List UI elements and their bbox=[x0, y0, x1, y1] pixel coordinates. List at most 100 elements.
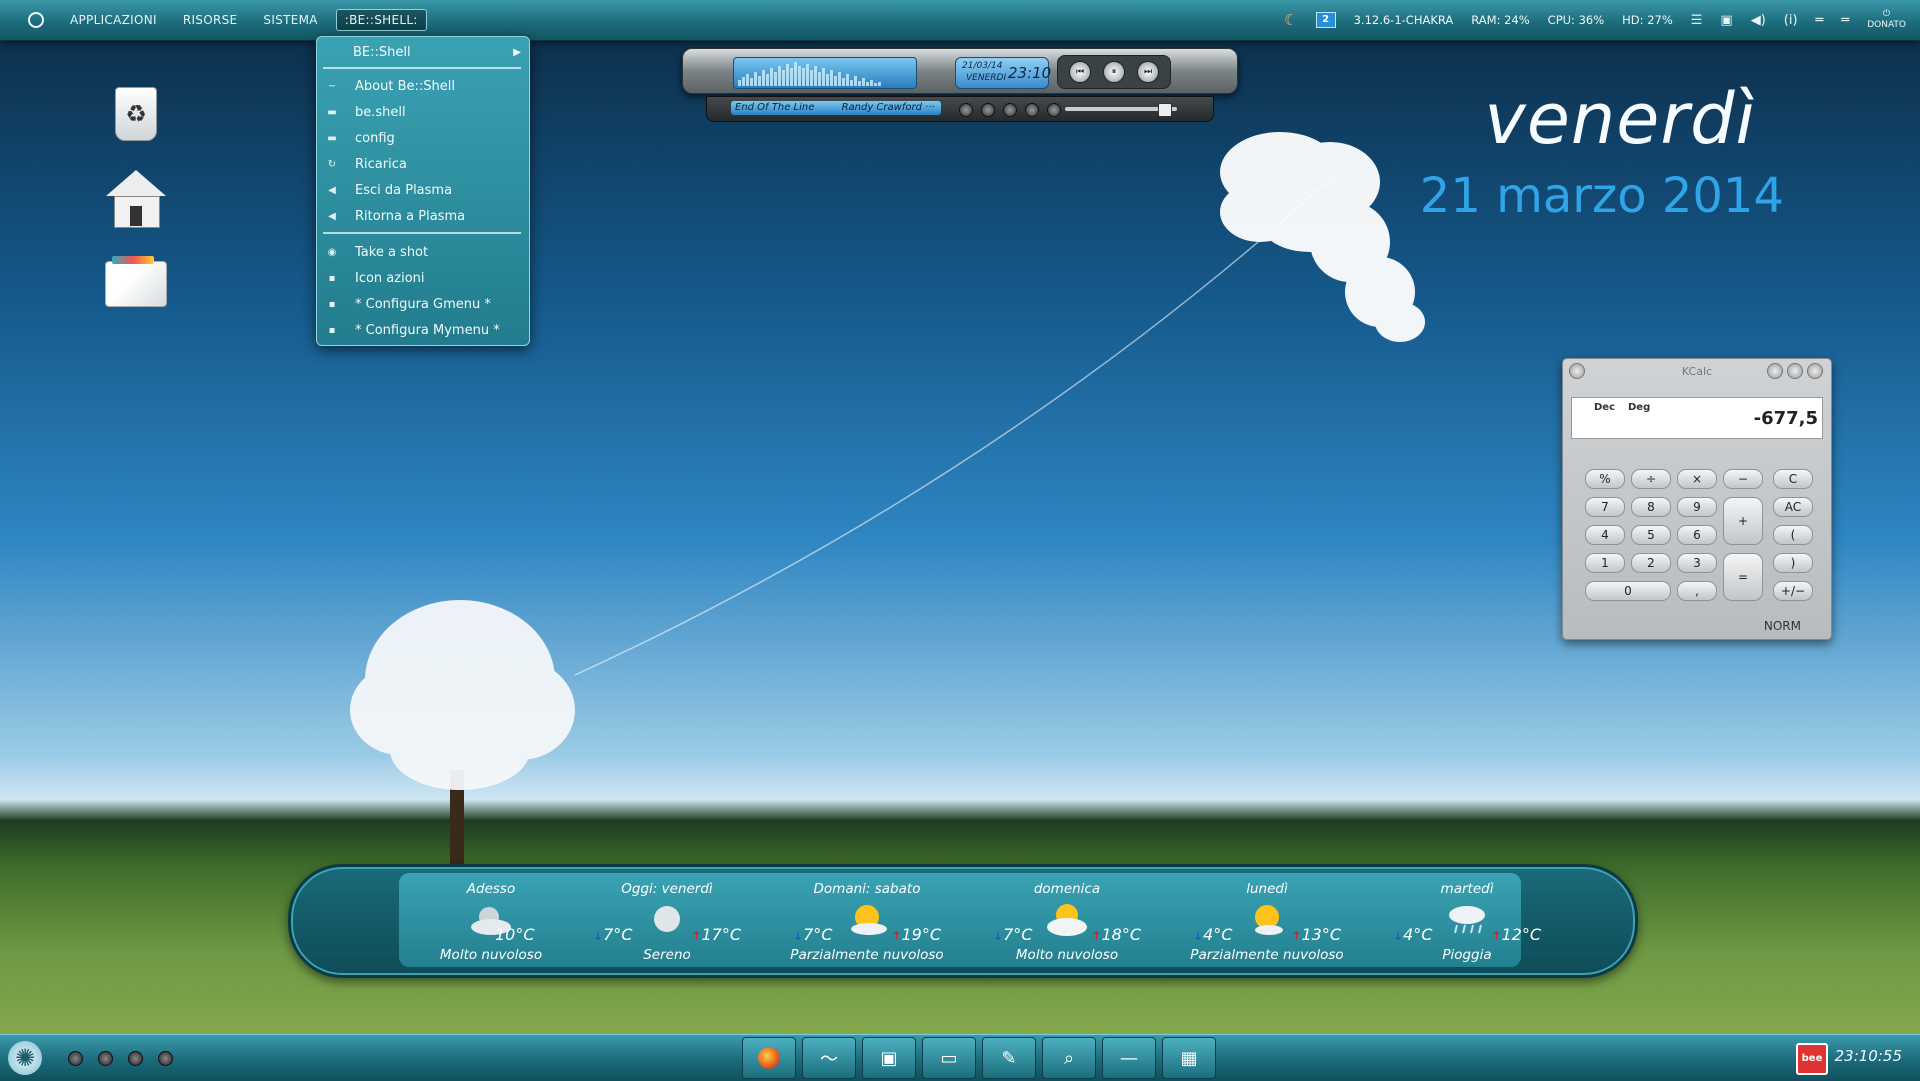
home-desktop-icon[interactable] bbox=[104, 168, 168, 232]
mostly-cloudy-icon bbox=[1047, 904, 1087, 936]
calc-button[interactable]: − bbox=[1723, 469, 1763, 489]
calc-button[interactable]: C bbox=[1773, 469, 1813, 489]
calc-button[interactable]: , bbox=[1677, 581, 1717, 601]
menu-item-ritorna-plasma[interactable]: ◀ Ritorna a Plasma bbox=[317, 205, 529, 229]
virtual-desktop-badge[interactable]: 2 bbox=[1315, 12, 1336, 28]
firefox-icon[interactable] bbox=[742, 1037, 796, 1079]
search-icon[interactable]: ⌕ bbox=[1042, 1037, 1096, 1079]
close-button[interactable] bbox=[1807, 363, 1823, 379]
calc-button[interactable]: + bbox=[1723, 497, 1763, 545]
calc-button[interactable]: AC bbox=[1773, 497, 1813, 517]
next-track-icon[interactable]: ⏭ bbox=[1137, 61, 1159, 83]
calc-button[interactable]: 8 bbox=[1631, 497, 1671, 517]
maximize-button[interactable] bbox=[1787, 363, 1803, 379]
terminal-icon[interactable]: ▭ bbox=[922, 1037, 976, 1079]
menu-item-beshell-folder[interactable]: ▬ be.shell bbox=[317, 101, 529, 125]
full-date: 21 marzo 2014 bbox=[1419, 168, 1784, 224]
weather-day-sunday: domenica ↓7°C ↑18°C Molto nuvoloso bbox=[967, 873, 1167, 967]
volume-slider-handle[interactable] bbox=[1157, 103, 1172, 117]
menu-item-beshell-submenu[interactable]: BE::Shell ▶ bbox=[317, 41, 529, 65]
weather-day-tomorrow: Domani: sabato ↓7°C ↑19°C Parzialmente n… bbox=[767, 873, 967, 967]
player-option-button[interactable] bbox=[1025, 103, 1039, 117]
calc-button[interactable]: ÷ bbox=[1631, 469, 1671, 489]
calc-button[interactable]: 7 bbox=[1585, 497, 1625, 517]
previous-track-icon[interactable]: ⏮ bbox=[1069, 61, 1091, 83]
menu-beshell[interactable]: :BE::SHELL: bbox=[335, 9, 427, 31]
info-icon[interactable]: (i) bbox=[1784, 13, 1798, 28]
dolphin-icon[interactable]: 〜 bbox=[802, 1037, 856, 1079]
list-icon[interactable]: ☰ bbox=[1691, 13, 1703, 28]
volume-icon[interactable]: ◀) bbox=[1751, 13, 1766, 28]
menu-risorse[interactable]: RISORSE bbox=[183, 13, 238, 27]
temp-high-value: 13°C bbox=[1301, 925, 1341, 944]
calc-button[interactable]: 1 bbox=[1585, 553, 1625, 573]
reload-icon: ↻ bbox=[327, 159, 337, 170]
desktop-pager-dot[interactable] bbox=[98, 1051, 113, 1066]
menu-item-icon-azioni[interactable]: ▪ Icon azioni bbox=[317, 267, 529, 291]
volume-slider[interactable] bbox=[1065, 103, 1177, 117]
calc-button[interactable]: 3 bbox=[1677, 553, 1717, 573]
package-manager-icon[interactable]: ▣ bbox=[862, 1037, 916, 1079]
calc-status: NORM bbox=[1763, 619, 1801, 633]
menu-item-configura-mymenu[interactable]: ▪ * Configura Mymenu * bbox=[317, 319, 529, 343]
menu-sistema[interactable]: SISTEMA bbox=[263, 13, 317, 27]
minimize-all-icon[interactable]: — bbox=[1102, 1037, 1156, 1079]
folder-desktop-icon[interactable] bbox=[104, 252, 168, 316]
minimize-button[interactable] bbox=[1767, 363, 1783, 379]
calculator-icon[interactable]: ▦ bbox=[1162, 1037, 1216, 1079]
camera-icon: ◉ bbox=[327, 247, 337, 258]
window-list-icon-2[interactable]: ═ bbox=[1841, 13, 1849, 28]
menu-item-take-shot[interactable]: ◉ Take a shot bbox=[317, 241, 529, 265]
angle-mode: Deg bbox=[1628, 402, 1651, 413]
calc-button[interactable]: 5 bbox=[1631, 525, 1671, 545]
calc-button[interactable]: ( bbox=[1773, 525, 1813, 545]
display-icon[interactable]: ▣ bbox=[1720, 13, 1732, 28]
calc-display: Dec Deg -677,5 bbox=[1571, 397, 1823, 439]
desktop-pager-dot[interactable] bbox=[128, 1051, 143, 1066]
editor-icon[interactable]: ✎ bbox=[982, 1037, 1036, 1079]
player-option-button[interactable] bbox=[959, 103, 973, 117]
kcalc-window: KCalc Dec Deg -677,5 % ÷ × − C 7 8 9 + A… bbox=[1562, 358, 1832, 640]
desktop-pager-dot[interactable] bbox=[68, 1051, 83, 1066]
menu-item-esci-plasma[interactable]: ◀ Esci da Plasma bbox=[317, 179, 529, 203]
menu-applicazioni[interactable]: APPLICAZIONI bbox=[70, 13, 157, 27]
temp-low-value: 4°C bbox=[1203, 925, 1233, 944]
calc-button[interactable]: 0 bbox=[1585, 581, 1671, 601]
arrow-up-icon: ↑ bbox=[691, 929, 702, 943]
chakra-logo-icon[interactable]: ✺ bbox=[8, 1041, 42, 1075]
pause-icon[interactable]: ⏸ bbox=[1103, 61, 1125, 83]
arrow-down-icon: ↓ bbox=[793, 929, 804, 943]
calc-button[interactable]: +/− bbox=[1773, 581, 1813, 601]
window-list-icon[interactable]: ═ bbox=[1816, 13, 1824, 28]
arrow-up-icon: ↑ bbox=[891, 929, 902, 943]
player-option-button[interactable] bbox=[1047, 103, 1061, 117]
menu-item-about[interactable]: ~ About Be::Shell bbox=[317, 75, 529, 99]
visualizer-bars bbox=[738, 62, 881, 86]
calc-button[interactable]: 4 bbox=[1585, 525, 1625, 545]
bee-tray-icon[interactable]: bee bbox=[1796, 1043, 1828, 1075]
partly-cloudy-icon bbox=[1255, 905, 1283, 935]
menu-item-config[interactable]: ▬ config bbox=[317, 127, 529, 151]
user-session[interactable]: ⏻ DONATO bbox=[1867, 9, 1906, 31]
launcher-circle-icon[interactable] bbox=[28, 12, 44, 28]
white-tree-image bbox=[350, 600, 575, 870]
calc-button[interactable]: ) bbox=[1773, 553, 1813, 573]
folder-icon bbox=[105, 256, 167, 307]
calc-button[interactable]: % bbox=[1585, 469, 1625, 489]
menu-item-configura-gmenu[interactable]: ▪ * Configura Gmenu * bbox=[317, 293, 529, 317]
calc-button[interactable]: 9 bbox=[1677, 497, 1717, 517]
folder-icon: ▬ bbox=[327, 133, 337, 144]
menu-item-label: Ritorna a Plasma bbox=[355, 209, 466, 224]
calc-button[interactable]: 2 bbox=[1631, 553, 1671, 573]
player-option-button[interactable] bbox=[981, 103, 995, 117]
calc-button[interactable]: × bbox=[1677, 469, 1717, 489]
calc-button[interactable]: = bbox=[1723, 553, 1763, 601]
trash-desktop-icon[interactable]: ♻ bbox=[104, 82, 168, 146]
calc-button[interactable]: 6 bbox=[1677, 525, 1717, 545]
arrow-up-icon: ↑ bbox=[1091, 929, 1102, 943]
weather-condition: Pioggia bbox=[1442, 947, 1492, 963]
player-option-buttons bbox=[959, 103, 1061, 117]
desktop-pager-dot[interactable] bbox=[158, 1051, 173, 1066]
menu-item-ricarica[interactable]: ↻ Ricarica bbox=[317, 153, 529, 177]
player-option-button[interactable] bbox=[1003, 103, 1017, 117]
